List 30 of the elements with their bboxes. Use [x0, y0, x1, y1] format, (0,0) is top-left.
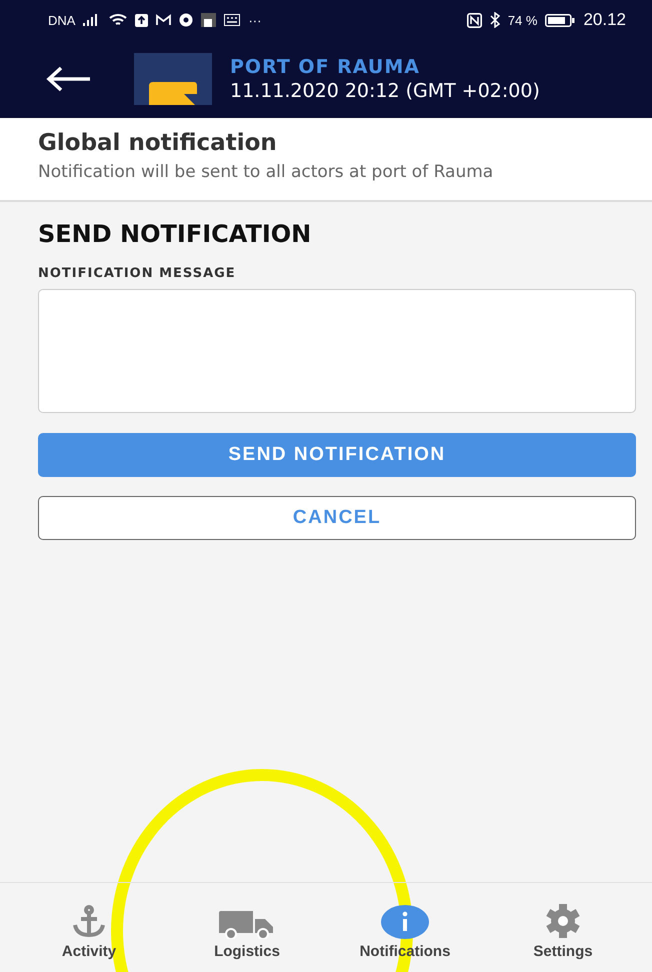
nav-label: Logistics: [214, 943, 280, 960]
carrier-name: DNA: [48, 12, 76, 28]
upload-icon: [135, 14, 148, 26]
field-label: NOTIFICATION MESSAGE: [38, 266, 237, 281]
nfc-icon: [466, 12, 482, 28]
settings-icon: [545, 903, 581, 939]
app-icon: [201, 13, 216, 27]
message-field[interactable]: [38, 289, 636, 413]
back-arrow-icon[interactable]: [46, 66, 92, 92]
truck-icon: [219, 911, 275, 939]
anchor-icon: [72, 905, 106, 939]
date-time: 11.11.2020 20:12 (GMT +02:00): [230, 80, 540, 102]
more-indicator: ···: [248, 12, 262, 28]
info-icon: [381, 905, 429, 939]
wifi-icon: [109, 13, 128, 27]
battery-percentage: 74 %: [508, 12, 538, 28]
logo-icon: [134, 53, 212, 105]
form-heading: SEND NOTIFICATION: [38, 220, 312, 248]
section-description: Notification will be sent to all actors at port of Rauma: [38, 162, 494, 182]
nav-tab[interactable]: Settings: [484, 883, 642, 972]
browser-icon: [179, 13, 194, 27]
keyboard-icon: [224, 14, 240, 26]
nav-tab[interactable]: Logistics: [168, 883, 326, 972]
clock-time: 20.12: [583, 10, 626, 30]
battery-icon: [545, 14, 576, 26]
bluetooth-icon: [490, 12, 500, 28]
section-title: Global notification: [38, 130, 278, 156]
port-title: PORT OF RAUMA: [230, 56, 421, 78]
mail-icon: [156, 14, 172, 26]
nav-label: Settings: [533, 943, 593, 960]
